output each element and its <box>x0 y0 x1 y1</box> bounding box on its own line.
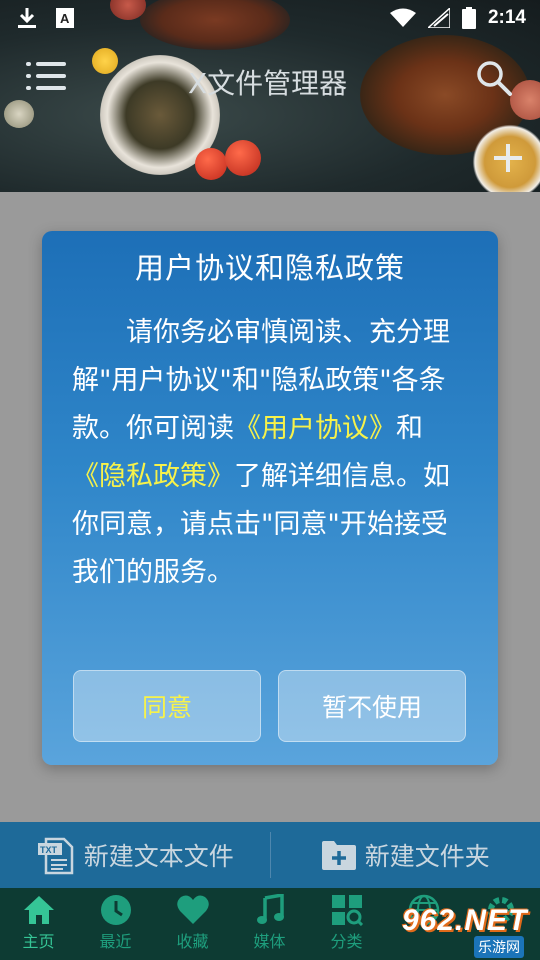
menu-icon-line <box>36 62 66 66</box>
add-button[interactable] <box>490 140 526 176</box>
music-note-icon <box>256 894 284 924</box>
menu-icon-line <box>36 86 66 90</box>
background-food-image <box>225 140 261 176</box>
nav-item-category[interactable]: 分类 <box>308 888 385 960</box>
nav-label: 媒体 <box>253 932 286 951</box>
svg-text:A: A <box>60 11 70 26</box>
status-time: 2:14 <box>487 7 526 28</box>
signal-icon <box>427 8 450 28</box>
dialog-body: 请你务必审慎阅读、充分理解"用户协议"和"隐私政策"各条款。你可阅读《用户协议》… <box>72 309 452 597</box>
new-folder-button[interactable]: 新建文件夹 <box>271 822 540 888</box>
battery-icon <box>461 7 476 29</box>
nav-item-media[interactable]: 媒体 <box>231 888 308 960</box>
nav-label: 最近 <box>99 932 132 951</box>
new-folder-label: 新建文件夹 <box>364 842 490 871</box>
user-agreement-link[interactable]: 《用户协议》 <box>234 413 396 444</box>
menu-button[interactable] <box>26 60 66 94</box>
text-file-icon: TXT <box>37 837 73 875</box>
heart-icon <box>176 895 209 924</box>
wifi-icon <box>389 8 416 27</box>
category-grid-icon <box>331 895 363 926</box>
privacy-policy-link[interactable]: 《隐私政策》 <box>72 461 234 492</box>
home-icon <box>23 896 54 924</box>
txt-label: TXT <box>40 845 58 855</box>
search-icon <box>477 61 512 96</box>
nav-item-home[interactable]: 主页 <box>0 888 77 960</box>
clock-icon <box>100 895 131 925</box>
menu-icon <box>26 62 31 66</box>
menu-icon-dot <box>26 74 31 78</box>
menu-icon-dot <box>26 86 31 90</box>
decline-button[interactable]: 暂不使用 <box>278 670 466 742</box>
nav-item-favorites[interactable]: 收藏 <box>154 888 231 960</box>
plus-icon <box>494 144 522 172</box>
new-text-file-label: 新建文本文件 <box>83 842 234 871</box>
site-watermark: 962.NET 乐游网 <box>402 902 540 960</box>
privacy-policy-dialog: 用户协议和隐私政策 请你务必审慎阅读、充分理解"用户协议"和"隐私政策"各条款。… <box>42 231 498 765</box>
menu-icon-line <box>36 74 66 78</box>
agree-button[interactable]: 同意 <box>73 670 261 742</box>
app-title: X文件管理器 <box>188 67 348 100</box>
watermark-site: 乐游网 <box>474 936 524 958</box>
new-text-file-button[interactable]: TXT 新建文本文件 <box>0 822 270 888</box>
status-bar: A 2:14 <box>0 0 540 36</box>
font-a-icon: A <box>56 8 74 28</box>
download-icon <box>18 8 36 28</box>
nav-label: 收藏 <box>176 932 209 951</box>
nav-label: 分类 <box>330 932 363 951</box>
folder-plus-icon <box>321 841 356 870</box>
nav-label: 主页 <box>22 932 55 951</box>
action-bar: TXT 新建文本文件 新建文件夹 <box>0 822 540 888</box>
search-button[interactable] <box>474 58 514 98</box>
background-food-image <box>195 148 227 180</box>
dialog-title: 用户协议和隐私政策 <box>134 251 405 285</box>
watermark-number: 962.NET <box>402 904 528 937</box>
nav-item-recent[interactable]: 最近 <box>77 888 154 960</box>
dialog-text: 和 <box>396 413 423 444</box>
app-toolbar: X文件管理器 <box>0 48 540 108</box>
